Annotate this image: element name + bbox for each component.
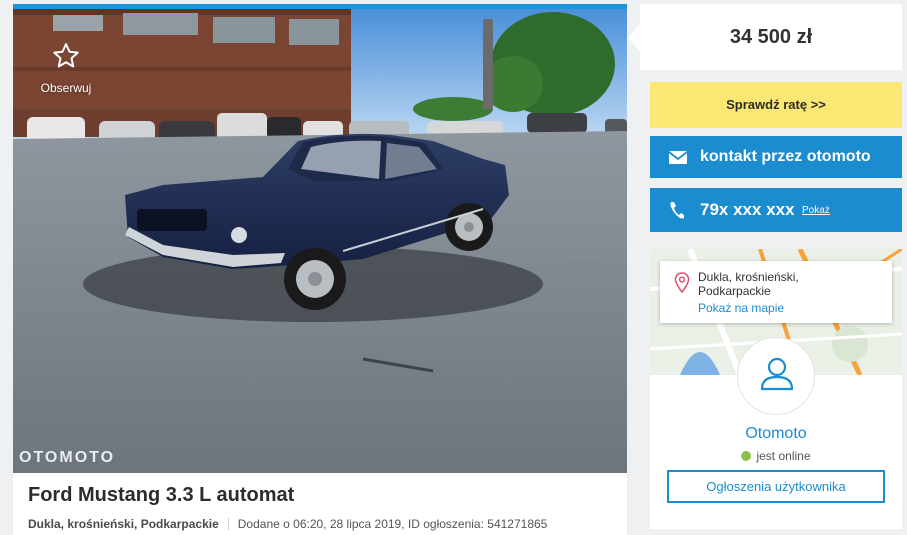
phone-button[interactable]: 79x xxx xxx Pokaż (650, 188, 902, 232)
show-phone-link[interactable]: Pokaż (802, 189, 830, 233)
ad-location: Dukla, krośnieński, Podkarpackie (28, 517, 219, 531)
location-line-2: Podkarpackie (698, 284, 771, 298)
user-ads-button[interactable]: Ogłoszenia użytkownika (667, 470, 885, 503)
user-avatar-icon (760, 357, 794, 391)
seller-card: Dukla, krośnieński, Podkarpackie Pokaż n… (650, 249, 902, 529)
listing-photo[interactable]: Obserwuj OTOMOTO (13, 9, 627, 473)
otomoto-watermark: OTOMOTO (19, 449, 116, 466)
location-line-1: Dukla, krośnieński, (698, 270, 799, 284)
avatar[interactable] (737, 337, 815, 415)
online-status-label: jest online (756, 449, 811, 463)
follow-label: Obserwuj (40, 81, 92, 95)
location-card: Dukla, krośnieński, Podkarpackie Pokaż n… (660, 261, 892, 323)
car-photo-illustration (13, 9, 627, 473)
online-status: jest online (650, 449, 902, 463)
location-pin-icon (674, 272, 690, 299)
ad-added-info: Dodane o 06:20, 28 lipca 2019, ID ogłosz… (237, 517, 548, 531)
contact-button[interactable]: kontakt przez otomoto (650, 136, 902, 178)
show-on-map-link[interactable]: Pokaż na mapie (698, 301, 784, 315)
online-status-dot (741, 451, 752, 461)
price-box: 34 500 zł (628, 4, 902, 70)
seller-name[interactable]: Otomoto (650, 425, 902, 443)
listing-card: Obserwuj OTOMOTO Ford Mustang 3.3 L auto… (13, 4, 627, 535)
ad-title: Ford Mustang 3.3 L automat (28, 484, 295, 506)
star-icon (53, 43, 79, 68)
follow-button[interactable]: Obserwuj (33, 41, 99, 97)
meta-divider (227, 518, 229, 530)
contact-button-label: kontakt przez otomoto (700, 148, 871, 165)
ad-meta: Dukla, krośnieński, Podkarpackie Dodane o… (28, 517, 547, 531)
phone-number: 79x xxx xxx (700, 200, 795, 219)
envelope-icon (668, 136, 688, 195)
phone-icon (668, 188, 686, 250)
check-rate-button[interactable]: Sprawdź ratę >> (650, 82, 902, 128)
price-pointer (628, 24, 640, 52)
price: 34 500 zł (729, 26, 813, 48)
